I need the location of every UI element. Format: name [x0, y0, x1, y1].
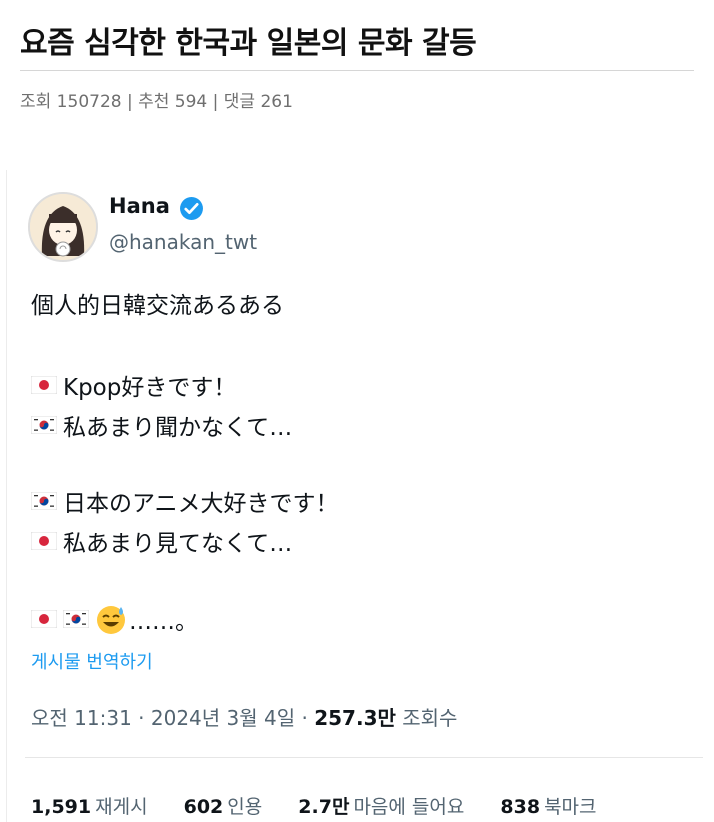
tweet-line: 私あまり見てなくて… [31, 524, 292, 558]
sweat-smile-emoji-icon [97, 606, 125, 634]
tweet-text: 個人的日韓交流あるある [31, 293, 284, 319]
user-handle[interactable]: @hanakan_twt [109, 230, 257, 254]
korea-flag-icon [31, 416, 57, 434]
tweet-line: Kpop好きです！ [31, 368, 236, 402]
retweets-count: 1,591 [31, 796, 92, 818]
likes-stat[interactable]: 2.7만 마음에 들어요 [298, 796, 464, 818]
post-stats: 조회 150728 | 추천 594 | 댓글 261 [20, 92, 293, 112]
tweet-date[interactable]: 2024년 3월 4일 [151, 706, 295, 730]
tweet-line: 個人的日韓交流あるある [31, 286, 284, 320]
post-title: 요즘 심각한 한국과 일본의 문화 갈등 [20, 26, 477, 61]
quotes-stat[interactable]: 602 인용 [184, 796, 263, 818]
meta-separator: · [138, 706, 151, 730]
meta-divider [25, 757, 703, 758]
korea-flag-icon [63, 610, 89, 628]
tweet-line: 私あまり聞かなくて… [31, 408, 292, 442]
japan-flag-icon [31, 532, 57, 550]
display-name[interactable]: Hana [109, 194, 170, 218]
meta-separator: · [301, 706, 315, 730]
tweet-line: 日本のアニメ大好きです！ [31, 484, 339, 518]
tweet-line: ……。 [31, 602, 198, 636]
likes-label: 마음에 들어요 [353, 796, 465, 818]
translate-post-link[interactable]: 게시물 번역하기 [31, 648, 153, 674]
verified-badge-icon [180, 197, 203, 220]
likes-count: 2.7만 [298, 796, 350, 818]
retweets-stat[interactable]: 1,591 재게시 [31, 796, 148, 818]
bookmarks-count: 838 [500, 796, 541, 818]
tweet-card: Hana @hanakan_twt 個人的日韓交流あるある Kpop好きです！ … [6, 170, 709, 822]
tweet-text: 日本のアニメ大好きです！ [63, 491, 339, 517]
bookmarks-label: 북마크 [544, 796, 597, 818]
tweet-meta: 오전 11:31 · 2024년 3월 4일 · 257.3만 조회수 [31, 702, 457, 731]
title-divider [20, 70, 694, 71]
tweet-text: 私あまり見てなくて… [63, 531, 293, 557]
retweets-label: 재게시 [95, 796, 148, 818]
bookmarks-stat[interactable]: 838 북마크 [500, 796, 596, 818]
tweet-text: 私あまり聞かなくて… [63, 415, 293, 441]
japan-flag-icon [31, 610, 57, 628]
tweet-time[interactable]: 오전 11:31 [31, 706, 132, 730]
quotes-label: 인용 [227, 796, 263, 818]
korea-flag-icon [31, 492, 57, 510]
tweet-text: ……。 [129, 609, 198, 635]
avatar[interactable] [28, 192, 98, 262]
engagement-counts: 1,591 재게시 602 인용 2.7만 마음에 들어요 838 북마크 [31, 792, 627, 819]
view-count-label: 조회수 [402, 706, 458, 730]
japan-flag-icon [31, 376, 57, 394]
view-count: 257.3만 [314, 706, 396, 730]
quotes-count: 602 [183, 796, 224, 818]
tweet-text: Kpop好きです！ [63, 375, 237, 401]
